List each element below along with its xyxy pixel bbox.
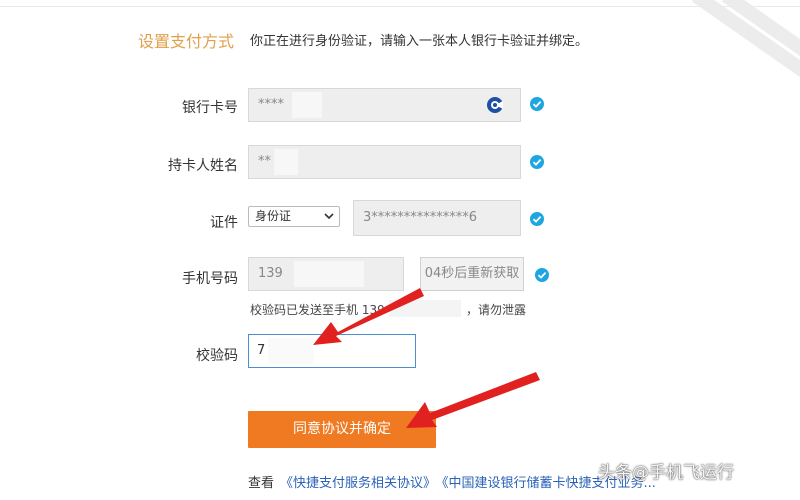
arrow-icon xyxy=(406,372,540,428)
arrow-icon xyxy=(313,288,424,345)
annotation-arrows xyxy=(313,288,540,428)
